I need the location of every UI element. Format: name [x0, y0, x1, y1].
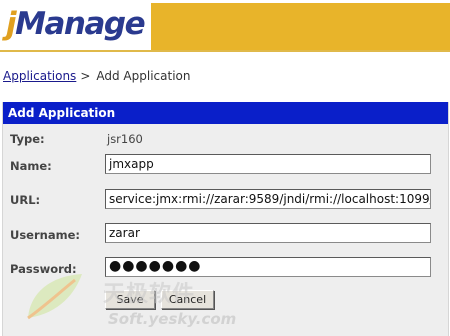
url-label: URL: [10, 193, 41, 207]
logo-area: jManage [0, 0, 151, 50]
header-banner: jManage [0, 0, 450, 52]
username-input[interactable]: zarar [105, 223, 431, 243]
name-label: Name: [10, 159, 52, 173]
url-input[interactable]: service:jmx:rmi://zarar:9589/jndi/rmi://… [105, 189, 431, 209]
logo-text: Manage [15, 6, 145, 42]
jmanage-logo: jManage [6, 6, 146, 42]
banner-bar [151, 3, 450, 50]
username-label: Username: [10, 228, 80, 242]
breadcrumb-applications-link[interactable]: Applications [3, 69, 76, 83]
watermark-chinese-text: 天极软件 [103, 282, 196, 307]
breadcrumb-current: Add Application [96, 69, 191, 83]
type-label: Type: [10, 132, 45, 146]
watermark-leaf-icon [27, 274, 82, 320]
header-divider [0, 50, 450, 52]
name-input[interactable]: jmxapp [105, 154, 431, 174]
breadcrumb-separator: > [80, 69, 91, 83]
breadcrumb: Applications > Add Application [3, 69, 190, 83]
password-input[interactable]: ●●●●●●● [105, 257, 431, 277]
logo-letter-j: j [6, 6, 17, 42]
panel-title: Add Application [3, 102, 448, 124]
type-value: jsr160 [107, 132, 143, 146]
watermark-english-text: Soft.yesky.com [108, 310, 237, 328]
